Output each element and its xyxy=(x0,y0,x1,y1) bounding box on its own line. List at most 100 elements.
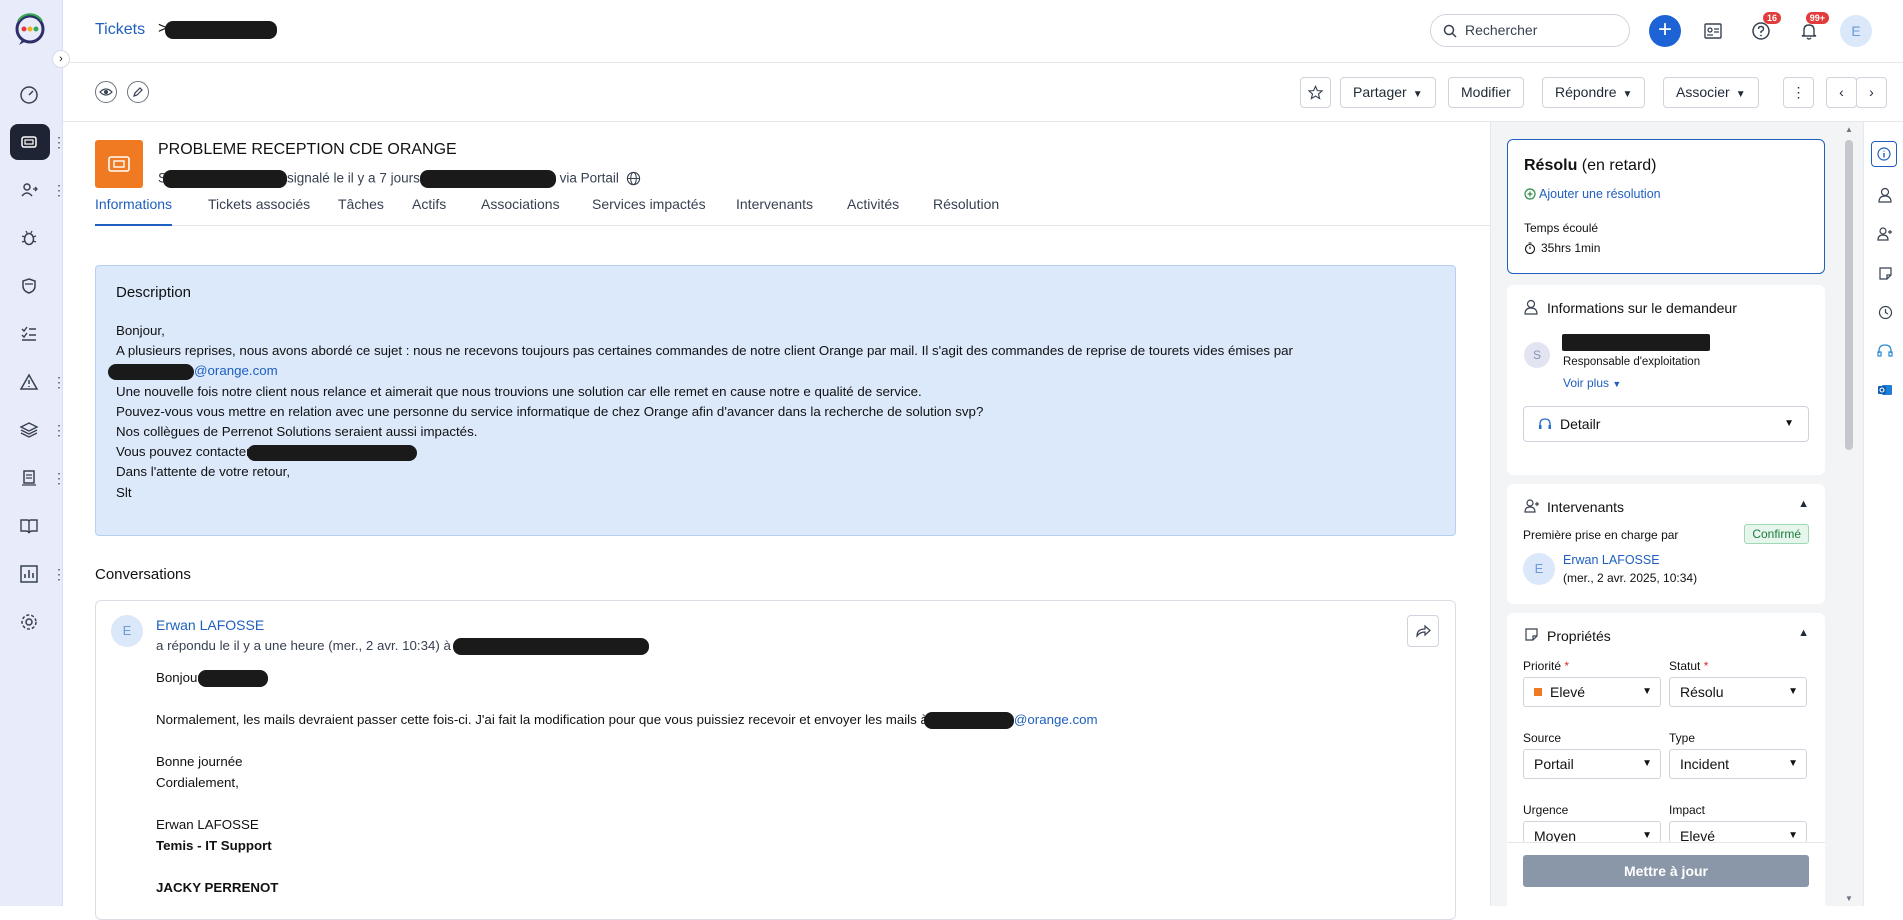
more-icon: ⋮ xyxy=(1791,84,1806,100)
history-tab[interactable] xyxy=(1874,301,1896,323)
tab-tickets-associes[interactable]: Tickets associés xyxy=(208,196,310,226)
conversation-author[interactable]: Erwan LAFOSSE xyxy=(156,617,264,633)
breadcrumb-tickets[interactable]: Tickets xyxy=(95,21,145,39)
notifications-badge: 99+ xyxy=(1805,12,1829,24)
see-more-label: Voir plus xyxy=(1563,376,1610,390)
reply-button[interactable]: Répondre ▼ xyxy=(1542,77,1646,108)
create-button[interactable]: + xyxy=(1649,15,1681,47)
support-tab[interactable] xyxy=(1874,340,1896,362)
tab-resolution[interactable]: Résolution xyxy=(933,196,999,226)
status-select-value: Résolu xyxy=(1680,684,1724,700)
tab-informations[interactable]: Informations xyxy=(95,196,173,226)
nav-reports[interactable]: ⋮ xyxy=(0,556,66,592)
intervenants-tab[interactable] xyxy=(1874,223,1896,245)
user-avatar[interactable]: E xyxy=(1840,15,1872,47)
properties-title: Propriétés xyxy=(1547,628,1611,644)
modify-button[interactable]: Modifier xyxy=(1448,77,1524,108)
more-actions-button[interactable]: ⋮ xyxy=(1783,77,1814,108)
priority-select[interactable]: Elevé ▼ xyxy=(1523,677,1661,707)
app-logo[interactable] xyxy=(12,13,50,47)
forward-button[interactable] xyxy=(1407,615,1439,647)
tab-associations[interactable]: Associations xyxy=(481,196,560,226)
scroll-thumb[interactable] xyxy=(1845,140,1853,450)
source-select[interactable]: Portail ▼ xyxy=(1523,749,1661,779)
left-sidebar: › ⋮ ⋮ ⋮ ⋮ ⋮ ⋮ xyxy=(0,0,70,906)
ticket-title: PROBLEME RECEPTION CDE ORANGE xyxy=(158,141,457,158)
timer-icon xyxy=(1524,242,1536,255)
chevron-down-icon: ▼ xyxy=(1612,379,1622,389)
email-link[interactable]: @orange.com xyxy=(1014,712,1098,727)
email-link[interactable]: @orange.com xyxy=(194,363,278,378)
search-icon xyxy=(1443,24,1457,38)
collapse-sidebar-button[interactable]: › xyxy=(52,50,70,68)
support-icon xyxy=(1539,418,1551,429)
favorite-button[interactable] xyxy=(1300,77,1331,108)
see-more-link[interactable]: Voir plus ▼ xyxy=(1563,376,1621,390)
tab-activites[interactable]: Activités xyxy=(847,196,899,226)
urgency-select[interactable]: Moyen ▼ xyxy=(1523,821,1661,843)
outlook-tab[interactable] xyxy=(1874,379,1896,401)
chevron-right-icon: › xyxy=(1869,84,1874,100)
requester-dropdown[interactable]: Detailr ▼ xyxy=(1523,406,1809,442)
info-tab[interactable] xyxy=(1871,141,1897,167)
next-ticket-button[interactable]: › xyxy=(1856,77,1887,108)
tab-intervenants[interactable]: Intervenants xyxy=(736,196,813,226)
contacts-button[interactable] xyxy=(1697,15,1729,47)
nav-tickets[interactable]: ⋮ xyxy=(0,124,66,160)
tab-actifs[interactable]: Actifs xyxy=(412,196,446,226)
associate-button[interactable]: Associer ▼ xyxy=(1663,77,1759,108)
avatar: E xyxy=(1523,553,1555,585)
nav-alerts[interactable]: ⋮ xyxy=(0,364,66,400)
nav-settings[interactable] xyxy=(0,604,63,640)
search-input[interactable]: Rechercher xyxy=(1430,14,1630,47)
nav-assets[interactable]: ⋮ xyxy=(0,460,66,496)
intervenant-name[interactable]: Erwan LAFOSSE xyxy=(1563,553,1660,567)
notifications-button[interactable]: 99+ xyxy=(1793,12,1829,47)
impact-select[interactable]: Elevé ▼ xyxy=(1669,821,1807,843)
chevron-down-icon: ▼ xyxy=(1642,686,1652,697)
previous-ticket-button[interactable]: ‹ xyxy=(1826,77,1857,108)
status-card: Résolu (en retard) Ajouter une résolutio… xyxy=(1507,139,1825,274)
properties-tab[interactable] xyxy=(1874,262,1896,284)
reply-label: Répondre xyxy=(1555,84,1617,100)
ticket-tabs: Informations Tickets associés Tâches Act… xyxy=(95,196,1490,226)
status-select[interactable]: Résolu ▼ xyxy=(1669,677,1807,707)
edit-button[interactable] xyxy=(127,81,149,103)
required-mark: * xyxy=(1564,659,1570,673)
collapse-chevron-icon[interactable]: ▲ xyxy=(1798,627,1809,639)
watch-button[interactable] xyxy=(95,81,117,103)
tab-services-impactes[interactable]: Services impactés xyxy=(592,196,706,226)
scroll-down-icon[interactable]: ▼ xyxy=(1845,894,1853,903)
bug-icon xyxy=(21,230,37,246)
scroll-up-icon[interactable]: ▲ xyxy=(1845,125,1853,134)
book-icon xyxy=(20,519,38,534)
signature-name: Erwan LAFOSSE xyxy=(156,817,259,832)
requester-tab[interactable] xyxy=(1874,184,1896,206)
description-line: Dans l'attente de votre retour, xyxy=(116,464,291,480)
description-line: Bonjour, xyxy=(116,323,165,338)
nav-knowledge[interactable] xyxy=(0,508,63,544)
info-icon xyxy=(1877,147,1891,161)
forward-icon xyxy=(1416,624,1431,638)
tab-taches[interactable]: Tâches xyxy=(338,196,384,226)
nav-security[interactable] xyxy=(0,268,63,304)
signature-team: Temis - IT Support xyxy=(156,838,272,853)
nav-layers[interactable]: ⋮ xyxy=(0,412,66,448)
add-resolution-link[interactable]: Ajouter une résolution xyxy=(1524,187,1661,201)
required-mark: * xyxy=(1703,659,1709,673)
intervenants-card[interactable]: Intervenants ▲ Première prise en charge … xyxy=(1507,484,1825,604)
help-button[interactable]: 16 xyxy=(1745,12,1781,47)
nav-tasks[interactable] xyxy=(0,316,63,352)
user-icon xyxy=(1878,187,1892,203)
conversation-paragraph: Normalement, les mails devraient passer … xyxy=(156,709,1098,730)
alert-icon xyxy=(19,373,39,390)
share-button[interactable]: Partager ▼ xyxy=(1340,77,1436,108)
note-icon xyxy=(1525,628,1538,641)
type-select[interactable]: Incident ▼ xyxy=(1669,749,1807,779)
update-button[interactable]: Mettre à jour xyxy=(1523,855,1809,887)
nav-dashboard[interactable] xyxy=(0,77,63,113)
collapse-chevron-icon[interactable]: ▲ xyxy=(1798,498,1809,510)
details-scrollbar[interactable]: ▲ ▼ xyxy=(1842,122,1856,906)
nav-problems[interactable] xyxy=(0,220,63,256)
nav-changes[interactable]: ⋮ xyxy=(0,172,66,208)
